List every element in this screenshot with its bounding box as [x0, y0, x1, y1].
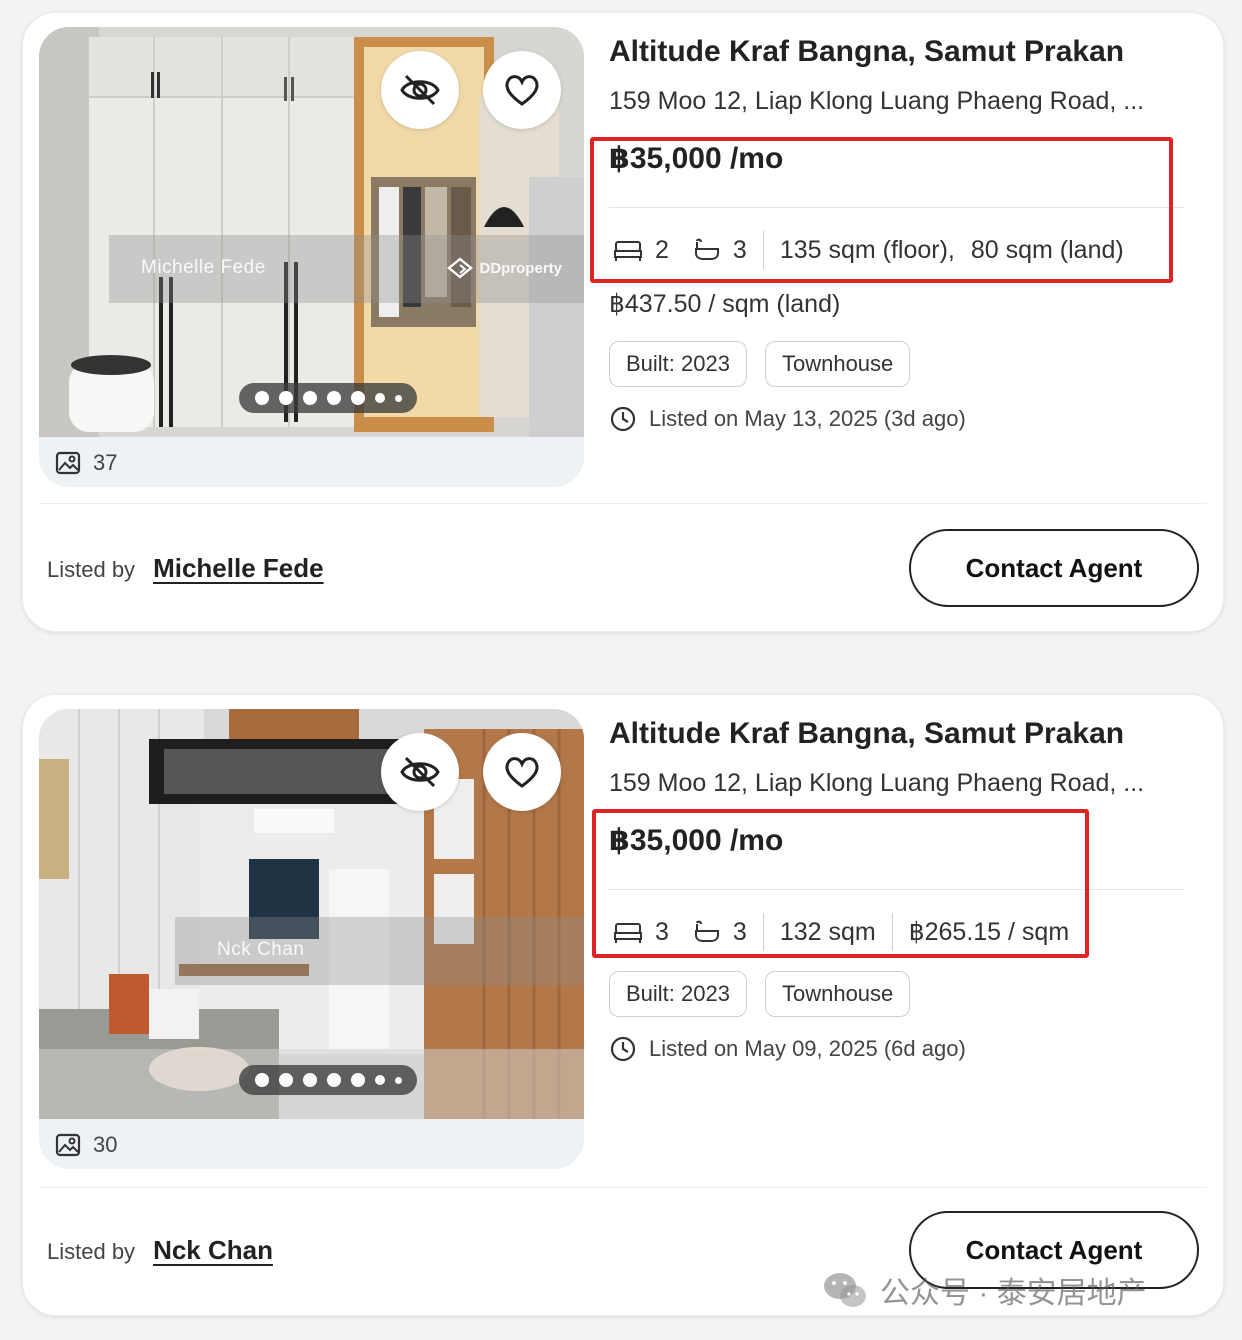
wechat-icon	[824, 1273, 866, 1307]
heart-icon	[505, 75, 539, 106]
photo-count[interactable]: 30	[55, 1132, 117, 1158]
price-per-sqm: ฿437.50 / sqm (land)	[609, 290, 841, 318]
agent-name-link[interactable]: Nck Chan	[153, 1235, 273, 1266]
listing-address: 159 Moo 12, Liap Klong Luang Phaeng Road…	[609, 769, 1145, 797]
carousel-dot[interactable]	[326, 391, 341, 405]
listed-by: Listed by Nck Chan	[47, 1235, 273, 1266]
divider	[39, 1187, 1207, 1188]
wechat-watermark-text: 公众号 · 泰安居地产	[880, 1277, 1147, 1310]
photo-count-value: 30	[93, 1132, 118, 1157]
photo-watermark-name: Michelle Fede	[141, 257, 266, 278]
listed-date-text: Listed on May 09, 2025 (6d ago)	[649, 1036, 966, 1061]
clock-icon	[610, 1036, 636, 1062]
listed-date: Listed on May 09, 2025 (6d ago)	[609, 1035, 966, 1063]
listing-title[interactable]: Altitude Kraf Bangna, Samut Prakan	[609, 717, 1124, 751]
photo-watermark-name: Nck Chan	[217, 939, 305, 960]
carousel-dot[interactable]	[374, 1075, 385, 1085]
listed-date: Listed on May 13, 2025 (3d ago)	[609, 405, 966, 433]
carousel-dot[interactable]	[302, 391, 317, 405]
listed-by: Listed by Michelle Fede	[47, 553, 324, 584]
tag-built-year: Built: 2023	[609, 341, 747, 387]
tag-property-type: Townhouse	[764, 971, 911, 1017]
carousel-dots[interactable]	[239, 383, 417, 413]
photo-count-value: 37	[93, 450, 118, 475]
listing-tags: Built: 2023 Townhouse	[609, 341, 911, 387]
listed-by-label: Listed by	[47, 1239, 136, 1264]
highlight-box	[592, 809, 1089, 958]
hide-listing-icon	[400, 756, 440, 788]
ddproperty-logo: DDproperty	[447, 257, 562, 279]
tag-built-year: Built: 2023	[609, 971, 747, 1017]
carousel-dots[interactable]	[239, 1065, 417, 1095]
favorite-button[interactable]	[483, 733, 561, 811]
carousel-dot[interactable]	[302, 1073, 317, 1087]
ddproperty-brand-text: DDproperty	[479, 259, 562, 277]
listing-card-2[interactable]: Nck Chan 30 Altitude Kraf Bangna, Samut …	[22, 694, 1224, 1316]
divider	[39, 503, 1207, 504]
photo-watermark: Nck Chan	[175, 917, 584, 985]
carousel-dot[interactable]	[278, 391, 293, 405]
carousel-dot[interactable]	[394, 1076, 402, 1084]
favorite-button[interactable]	[483, 51, 561, 129]
contact-agent-button[interactable]: Contact Agent	[909, 529, 1199, 607]
listed-date-text: Listed on May 13, 2025 (3d ago)	[649, 406, 966, 431]
carousel-dot[interactable]	[350, 1073, 365, 1087]
photo-count[interactable]: 37	[55, 450, 117, 476]
carousel-dot[interactable]	[326, 1073, 341, 1087]
heart-icon	[505, 757, 539, 788]
photo-watermark: Michelle Fede DDproperty	[109, 235, 584, 303]
carousel-dot[interactable]	[254, 1073, 269, 1087]
hide-listing-button[interactable]	[381, 733, 459, 811]
hide-listing-button[interactable]	[381, 51, 459, 129]
ddproperty-logo-icon	[447, 257, 474, 279]
listing-address: 159 Moo 12, Liap Klong Luang Phaeng Road…	[609, 87, 1145, 115]
listing-photo-container[interactable]: Michelle Fede DDproperty 37	[39, 27, 584, 487]
hide-listing-icon	[400, 74, 440, 106]
listing-photo-container[interactable]: Nck Chan 30	[39, 709, 584, 1169]
photo-gallery-icon	[55, 1133, 81, 1157]
listing-tags: Built: 2023 Townhouse	[609, 971, 911, 1017]
carousel-dot[interactable]	[350, 391, 365, 405]
listing-title[interactable]: Altitude Kraf Bangna, Samut Prakan	[609, 35, 1124, 69]
agent-name-link[interactable]: Michelle Fede	[153, 553, 324, 584]
listed-by-label: Listed by	[47, 557, 136, 582]
carousel-dot[interactable]	[394, 394, 402, 402]
carousel-dot[interactable]	[374, 393, 385, 403]
listing-card-1[interactable]: Michelle Fede DDproperty 37 Altitude Kra…	[22, 12, 1224, 632]
tag-property-type: Townhouse	[764, 341, 911, 387]
carousel-dot[interactable]	[278, 1073, 293, 1087]
clock-icon	[610, 406, 636, 432]
wechat-watermark: 公众号 · 泰安居地产	[822, 1268, 1147, 1312]
photo-gallery-icon	[55, 451, 81, 475]
highlight-box	[590, 137, 1173, 283]
carousel-dot[interactable]	[254, 391, 269, 405]
